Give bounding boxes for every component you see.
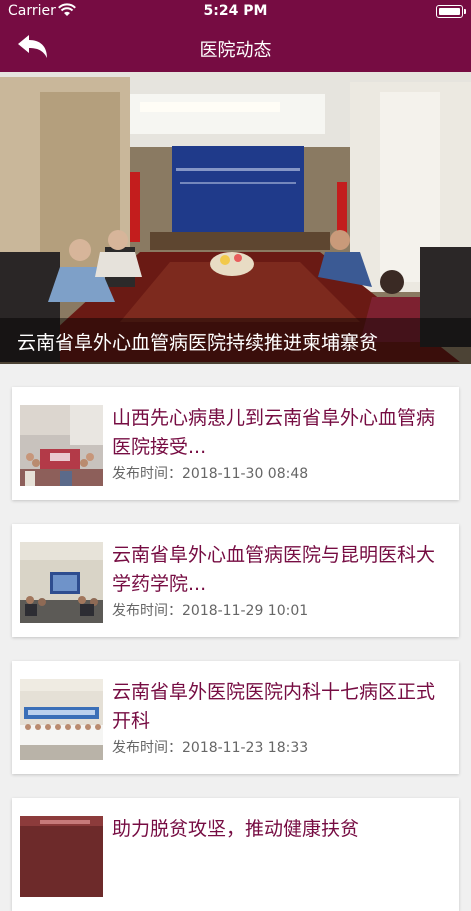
news-thumbnail <box>20 405 103 486</box>
news-thumbnail <box>20 816 103 897</box>
news-title: 助力脱贫攻坚，推动健康扶贫 <box>112 818 360 840</box>
banner-carousel[interactable]: 云南省阜外心血管病医院持续推进柬埔寨贫 <box>0 72 471 364</box>
news-thumbnail <box>20 542 103 623</box>
date-value: 2018-11-30 08:48 <box>182 466 309 482</box>
news-date: 发布时间：2018-11-29 10:01 <box>112 600 308 620</box>
status-bar: Carrier 5:24 PM <box>0 0 471 24</box>
date-label: 发布时间： <box>112 603 182 619</box>
news-title: 山西先心病患儿到云南省阜外心血管病医院接受... <box>112 407 436 458</box>
news-date: 发布时间：2018-11-23 18:33 <box>112 737 308 757</box>
clock-time: 5:24 PM <box>203 3 268 19</box>
news-thumbnail <box>20 679 103 760</box>
nav-bar: 医院动态 <box>0 24 471 72</box>
date-label: 发布时间： <box>112 740 182 756</box>
news-title: 云南省阜外心血管病医院与昆明医科大学药学院... <box>112 544 436 595</box>
list-item[interactable]: 云南省阜外医院医院内科十七病区正式开科 发布时间：2018-11-23 18:3… <box>12 661 459 774</box>
banner-caption: 云南省阜外心血管病医院持续推进柬埔寨贫 <box>17 332 379 354</box>
battery-icon <box>436 5 466 18</box>
list-item[interactable]: 助力脱贫攻坚，推动健康扶贫 <box>12 798 459 911</box>
date-value: 2018-11-23 18:33 <box>182 740 309 756</box>
news-title: 云南省阜外医院医院内科十七病区正式开科 <box>112 681 436 732</box>
list-item[interactable]: 山西先心病患儿到云南省阜外心血管病医院接受... 发布时间：2018-11-30… <box>12 387 459 500</box>
list-item[interactable]: 云南省阜外心血管病医院与昆明医科大学药学院... 发布时间：2018-11-29… <box>12 524 459 637</box>
news-date: 发布时间：2018-11-30 08:48 <box>112 463 308 483</box>
page-title: 医院动态 <box>199 40 272 61</box>
date-label: 发布时间： <box>112 466 182 482</box>
date-value: 2018-11-29 10:01 <box>182 603 309 619</box>
